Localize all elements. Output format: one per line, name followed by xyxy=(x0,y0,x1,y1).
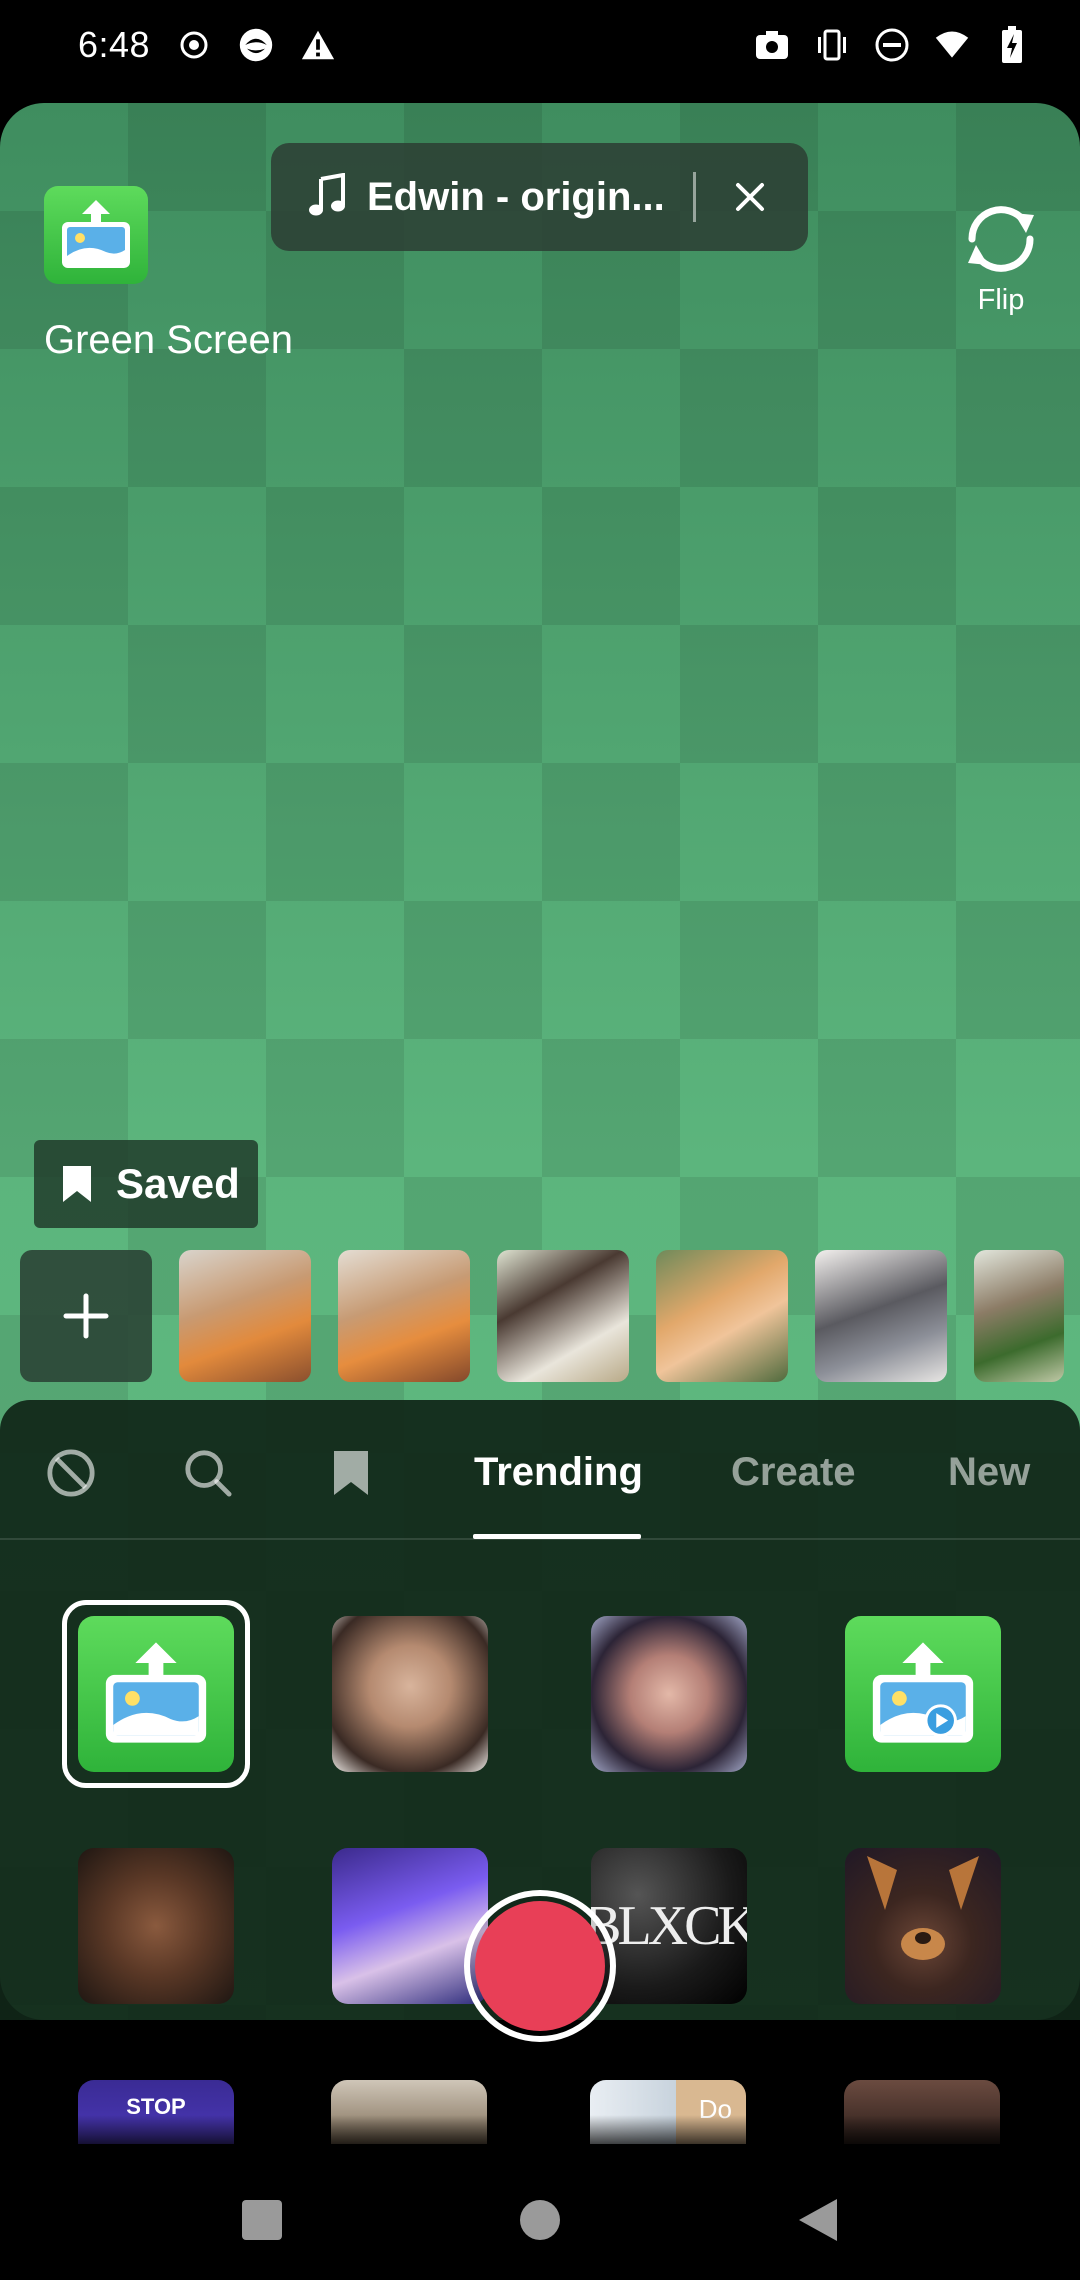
image-upload-icon xyxy=(44,186,148,284)
dnd-icon xyxy=(874,27,910,63)
bookmark-tab-icon[interactable] xyxy=(326,1448,376,1498)
music-selector[interactable]: Edwin - origin... xyxy=(271,143,808,251)
back-triangle-icon xyxy=(799,2199,837,2241)
app-icon xyxy=(238,27,274,63)
photo-thumbnail[interactable] xyxy=(497,1250,629,1382)
green-screen-button[interactable] xyxy=(44,186,148,284)
plus-icon xyxy=(63,1293,109,1339)
saved-button[interactable]: Saved xyxy=(34,1140,258,1228)
system-nav-bar xyxy=(0,2160,1080,2280)
photo-thumbnail[interactable] xyxy=(974,1250,1064,1382)
add-photo-button[interactable] xyxy=(20,1250,152,1382)
circle-icon xyxy=(520,2200,560,2240)
face-effect-3[interactable] xyxy=(78,1848,234,2004)
tab-indicator xyxy=(473,1534,641,1539)
flip-camera-button[interactable]: Flip xyxy=(956,203,1046,317)
puppy-ears-icon xyxy=(867,1856,979,1960)
vibrate-icon xyxy=(814,27,850,63)
screenshot-icon xyxy=(754,27,790,63)
flip-icon xyxy=(958,206,1044,279)
wifi-icon xyxy=(934,27,970,63)
peek-fade xyxy=(0,2115,1080,2155)
face-effect-2[interactable] xyxy=(591,1616,747,1772)
none-icon[interactable] xyxy=(46,1448,96,1498)
home-button[interactable] xyxy=(510,2190,570,2250)
music-note-icon xyxy=(309,172,345,222)
status-bar: 6:48 xyxy=(0,0,1080,90)
music-title: Edwin - origin... xyxy=(367,174,665,219)
photo-thumbnail[interactable] xyxy=(656,1250,788,1382)
recents-button[interactable] xyxy=(232,2190,292,2250)
blck-text: BLXCK xyxy=(591,1895,747,1957)
search-icon[interactable] xyxy=(183,1448,233,1498)
back-button[interactable] xyxy=(788,2190,848,2250)
green-screen-label: Green Screen xyxy=(44,318,294,362)
green-screen-video-effect[interactable] xyxy=(845,1616,1001,1772)
green-screen-photo-effect[interactable] xyxy=(78,1616,234,1772)
photo-thumbnail[interactable] xyxy=(815,1250,947,1382)
tab-create[interactable]: Create xyxy=(731,1450,856,1495)
square-icon xyxy=(242,2200,282,2240)
close-icon[interactable] xyxy=(730,177,770,217)
effects-tabs: Trending Create New xyxy=(0,1400,1080,1540)
bookmark-icon xyxy=(63,1166,91,1202)
tab-new[interactable]: New xyxy=(948,1450,1030,1495)
battery-icon xyxy=(994,26,1030,63)
photo-strip xyxy=(20,1250,1064,1382)
status-time: 6:48 xyxy=(78,24,151,65)
video-upload-icon xyxy=(872,1642,974,1743)
music-divider xyxy=(692,172,696,222)
flip-label: Flip xyxy=(977,284,1025,316)
image-upload-icon xyxy=(105,1642,207,1743)
photo-thumbnail[interactable] xyxy=(338,1250,470,1382)
puppy-ears-effect[interactable] xyxy=(845,1848,1001,2004)
saved-label: Saved xyxy=(116,1160,240,1207)
record-button-inner xyxy=(475,1901,605,2031)
record-icon xyxy=(176,27,212,63)
warning-icon xyxy=(300,27,336,63)
photo-thumbnail[interactable] xyxy=(179,1250,311,1382)
face-effect-1[interactable] xyxy=(332,1616,488,1772)
record-button[interactable] xyxy=(464,1890,616,2042)
tab-trending[interactable]: Trending xyxy=(474,1450,643,1495)
